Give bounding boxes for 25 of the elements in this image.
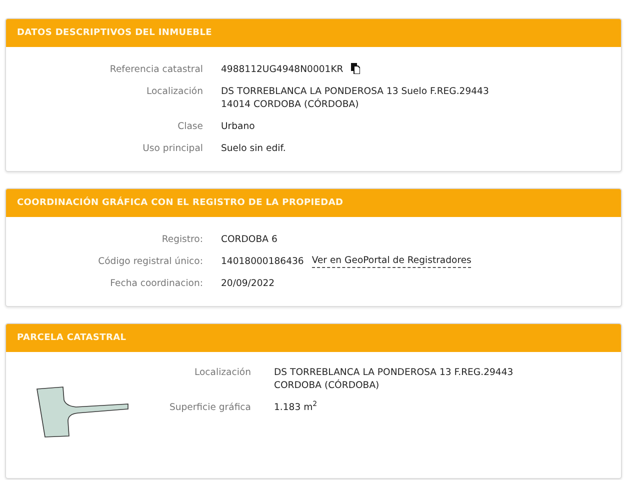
panel-header: COORDINACIÓN GRÁFICA CON EL REGISTRO DE LA PROPIEDAD <box>6 189 621 217</box>
field-label: Fecha coordinacion: <box>109 277 203 290</box>
copy-icon[interactable] <box>351 63 360 74</box>
geoportal-link[interactable]: Ver en GeoPortal de Registradores <box>312 255 472 268</box>
field-label: Superficie gráfica <box>168 401 251 414</box>
panel-header: PARCELA CATASTRAL <box>6 324 621 352</box>
field-value: 4988112UG4948N0001KR <box>221 63 344 76</box>
field-value: DS TORREBLANCA LA PONDEROSA 13 F.REG.29443 <box>274 366 514 379</box>
field-value: 1.183 m$^{2}$ <box>274 401 318 414</box>
field-label: Código registral único: <box>97 255 203 268</box>
field-value: DS TORREBLANCA LA PONDEROSA 13 Suelo F.REG.29443 <box>221 85 489 98</box>
field-value: Suelo sin edif. <box>221 142 286 155</box>
field-label: Referencia catastral <box>108 63 203 76</box>
panel-header: DATOS DESCRIPTIVOS DEL INMUEBLE <box>6 19 621 47</box>
field-value: 14014 CORDOBA (CÓRDOBA) <box>221 98 360 111</box>
field-label: Localización <box>145 85 203 99</box>
field-value: CORDOBA 6 <box>221 233 278 246</box>
field-value: 20/09/2022 <box>221 277 275 290</box>
field-label: Uso principal <box>142 142 203 155</box>
field-label: Localización <box>193 366 251 380</box>
field-value: CORDOBA (CÓRDOBA) <box>274 379 380 392</box>
field-label: Registro: <box>160 233 203 246</box>
field-value: Urbano <box>221 120 255 133</box>
field-value: 14018000186436 <box>221 255 304 268</box>
field-label: Clase <box>176 120 203 133</box>
